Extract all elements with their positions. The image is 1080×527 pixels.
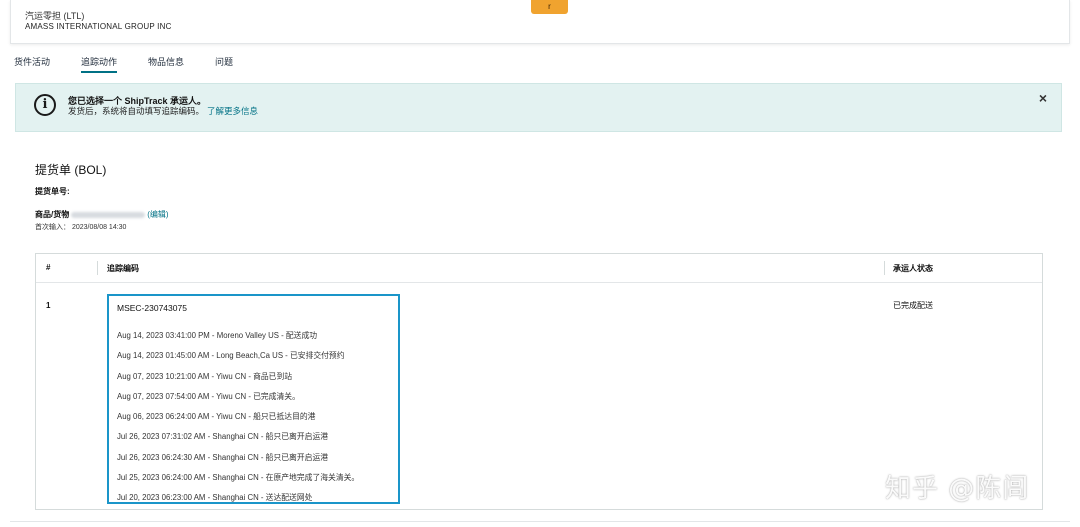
header-badge[interactable]: r (531, 0, 568, 14)
first-entry-time: 首次输入： 2023/08/08 14:30 (35, 224, 127, 231)
goods-label: 商品/货物 (35, 210, 70, 219)
alert-body-line: 发货后，系统将自动填写追踪编码。 了解更多信息 (68, 105, 258, 117)
bol-number-label: 提货单号: (35, 187, 70, 196)
column-divider (97, 261, 98, 275)
carrier-status: 已完成配送 (893, 301, 933, 310)
alert-body: 发货后，系统将自动填写追踪编码。 (68, 106, 205, 116)
col-header-num: # (46, 263, 51, 272)
tracking-detail-box: MSEC-230743075 Aug 14, 2023 03:41:00 PM … (107, 294, 400, 504)
shipping-mode: 汽运零担 (LTL) (25, 11, 85, 21)
divider (10, 521, 1070, 522)
tracking-event: Jul 25, 2023 06:24:00 AM - Shanghai CN -… (117, 473, 360, 483)
carrier-company: AMASS INTERNATIONAL GROUP INC (25, 22, 172, 31)
info-icon: i (34, 94, 56, 116)
tab-issues[interactable]: 问题 (215, 55, 233, 71)
tracking-event: Aug 14, 2023 03:41:00 PM - Moreno Valley… (117, 331, 318, 340)
tracking-event: Jul 20, 2023 06:23:00 AM - Shanghai CN -… (117, 493, 313, 503)
tracking-event: Jul 26, 2023 06:24:30 AM - Shanghai CN -… (117, 452, 329, 462)
tab-item-info[interactable]: 物品信息 (148, 55, 184, 71)
column-divider (884, 261, 885, 275)
redacted-value (71, 211, 146, 218)
tab-tracking-actions[interactable]: 追踪动作 (81, 55, 118, 73)
shiptrack-alert: i 您已选择一个 ShipTrack 承运人。 发货后，系统将自动填写追踪编码。… (15, 83, 1062, 132)
col-header-status: 承运人状态 (893, 264, 933, 273)
tracking-event: Jul 26, 2023 07:31:02 AM - Shanghai CN -… (117, 432, 329, 442)
row-number: 1 (46, 301, 51, 310)
col-header-tracking: 追踪编码 (107, 264, 139, 273)
tracking-event: Aug 14, 2023 01:45:00 AM - Long Beach,Ca… (117, 351, 345, 361)
tracking-event: Aug 06, 2023 06:24:00 AM - Yiwu CN - 船只已… (117, 412, 316, 422)
bol-title: 提货单 (BOL) (35, 163, 107, 177)
edit-link[interactable]: (编辑) (147, 210, 168, 219)
tracking-event: Aug 07, 2023 07:54:00 AM - Yiwu CN - 已完成… (117, 391, 300, 401)
learn-more-link[interactable]: 了解更多信息 (207, 106, 258, 116)
watermark: 知乎 @陈闾 (885, 474, 1030, 504)
shipment-header-card: 汽运零担 (LTL) AMASS INTERNATIONAL GROUP INC… (10, 0, 1070, 44)
close-icon[interactable]: × (1039, 90, 1047, 106)
goods-row: 商品/货物 (编辑) (35, 209, 169, 220)
table-header: # 追踪编码 承运人状态 (36, 254, 1042, 283)
tracking-event: Aug 07, 2023 10:21:00 AM - Yiwu CN - 商品已… (117, 371, 293, 381)
tracking-number: MSEC-230743075 (117, 303, 187, 313)
tracking-events: Aug 14, 2023 03:41:00 PM - Moreno Valley… (117, 330, 359, 513)
tab-shipment-activity[interactable]: 货件活动 (14, 55, 50, 71)
